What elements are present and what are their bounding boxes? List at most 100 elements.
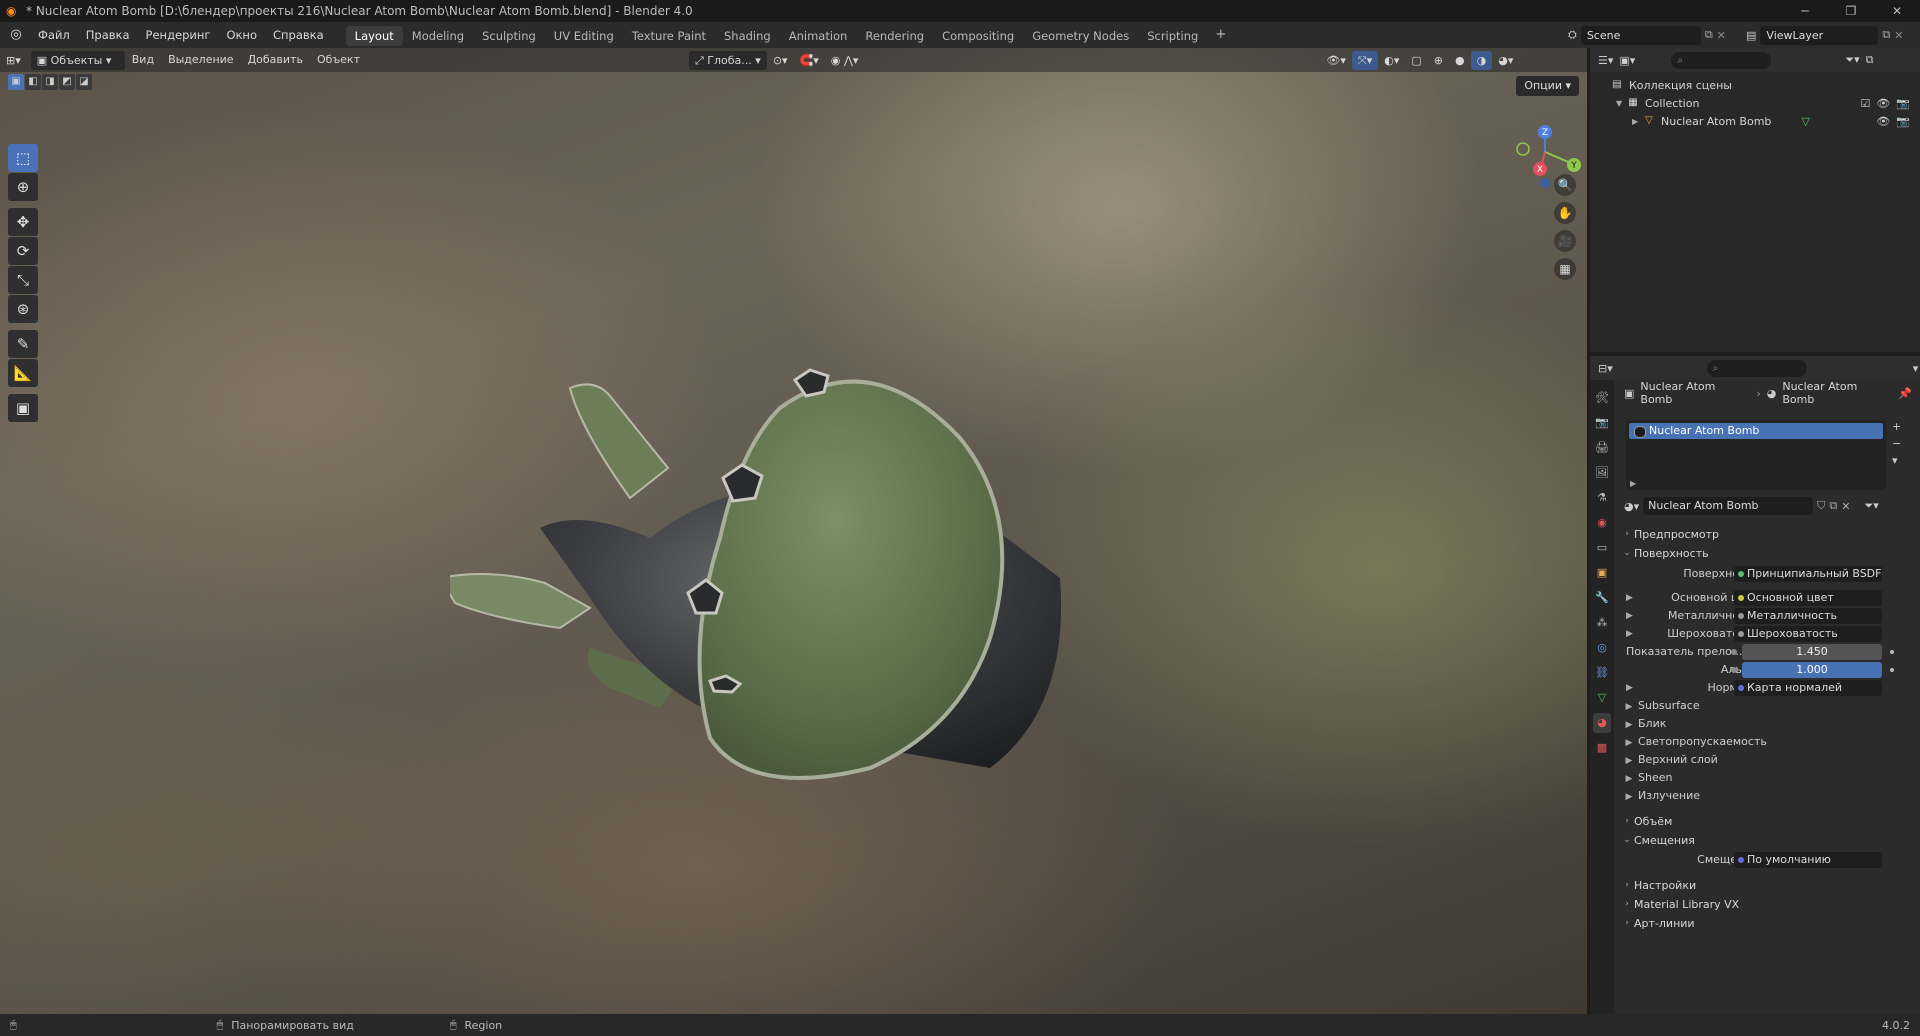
normal-field[interactable]: Карта нормалей: [1734, 680, 1882, 696]
material-name-field[interactable]: Nuclear Atom Bomb: [1643, 497, 1814, 515]
duplicate-material-icon[interactable]: ⧉: [1829, 499, 1837, 513]
metallic-field[interactable]: Металличность: [1734, 608, 1882, 624]
visibility-icon[interactable]: 👁▾: [1320, 51, 1352, 70]
slot-expand-icon[interactable]: ▶: [1630, 479, 1636, 488]
unlink-material-icon[interactable]: ✕: [1841, 500, 1850, 513]
select-intersect-icon[interactable]: ◪: [76, 74, 92, 90]
expand-icon[interactable]: ▼: [1616, 99, 1626, 108]
roughness-field[interactable]: Шероховатость: [1734, 626, 1882, 642]
properties-options-icon[interactable]: ▾: [1913, 362, 1919, 375]
eye-icon[interactable]: 👁: [1876, 97, 1890, 110]
delete-scene-icon[interactable]: ✕: [1717, 29, 1726, 42]
pan-hand-icon[interactable]: ✋: [1554, 202, 1576, 224]
outliner-row-collection[interactable]: ▼ ▦ Collection ☑ 👁 📷: [1590, 94, 1920, 112]
modifier-tab-icon[interactable]: 🔧: [1593, 588, 1611, 608]
constraints-tab-icon[interactable]: ⛓: [1593, 663, 1611, 683]
add-cube-tool-icon[interactable]: ▣: [8, 394, 38, 422]
collection-tab-icon[interactable]: ▭: [1593, 538, 1611, 558]
delete-viewlayer-icon[interactable]: ✕: [1894, 29, 1903, 42]
tab-texture-paint[interactable]: Texture Paint: [623, 26, 715, 46]
properties-editor-icon[interactable]: ⊟▾: [1598, 362, 1613, 375]
outliner-editor-icon[interactable]: ☰▾: [1598, 54, 1613, 67]
gizmo-neg-y-icon[interactable]: [1516, 142, 1530, 156]
camera-icon[interactable]: 📷: [1896, 115, 1910, 128]
scale-tool-icon[interactable]: ⤡: [8, 266, 38, 294]
world-tab-icon[interactable]: ◉: [1593, 513, 1611, 533]
subpanel-subsurface[interactable]: ▶ Subsurface: [1620, 697, 1910, 715]
object-tab-icon[interactable]: ▣: [1593, 563, 1611, 583]
subpanel-emission[interactable]: ▶ Излучение: [1620, 787, 1910, 805]
eye-icon[interactable]: 👁: [1876, 115, 1890, 128]
menu-help[interactable]: Справка: [265, 22, 332, 48]
options-dropdown[interactable]: Опции ▾: [1516, 76, 1579, 96]
annotate-tool-icon[interactable]: ✎: [8, 330, 38, 358]
pivot-icon[interactable]: ⊙▾: [767, 51, 794, 70]
minimize-icon[interactable]: ─: [1782, 0, 1828, 22]
browse-material-icon[interactable]: ◕▾: [1624, 500, 1639, 513]
alpha-field[interactable]: 1.000: [1742, 662, 1882, 678]
rotate-tool-icon[interactable]: ⟳: [8, 237, 38, 265]
scene-icon[interactable]: ⛭: [1568, 28, 1577, 42]
display-mode-icon[interactable]: ▣▾: [1619, 54, 1635, 67]
measure-tool-icon[interactable]: 📐: [8, 359, 38, 387]
gizmo-toggle-icon[interactable]: ⤧▾: [1351, 50, 1379, 70]
section-displacement[interactable]: ⌄ Смещения: [1620, 830, 1914, 850]
output-tab-icon[interactable]: 🖨: [1593, 438, 1611, 458]
scene-tab-icon[interactable]: ⚗: [1593, 488, 1611, 508]
maximize-icon[interactable]: ❐: [1828, 0, 1874, 22]
menu-select[interactable]: Выделение: [161, 48, 241, 72]
subpanel-sheen[interactable]: ▶ Sheen: [1620, 769, 1910, 787]
data-tab-icon[interactable]: ▽: [1593, 688, 1611, 708]
section-material-library[interactable]: › Material Library VX: [1620, 894, 1914, 914]
subpanel-transmission[interactable]: ▶ Светопропускаемость: [1620, 733, 1910, 751]
cursor-tool-icon[interactable]: ⊕: [8, 173, 38, 201]
menu-object[interactable]: Объект: [310, 48, 367, 72]
select-box-tool-icon[interactable]: ⬚: [8, 144, 38, 172]
3d-viewport[interactable]: ⊞▾ ▣ Объекты ▾ Вид Выделение Добавить Об…: [0, 48, 1587, 1014]
material-tab-icon[interactable]: ◕: [1593, 713, 1611, 733]
new-viewlayer-icon[interactable]: ⧉: [1882, 28, 1890, 42]
outliner-row-scene-collection[interactable]: ▤ Коллекция сцены: [1590, 76, 1920, 94]
new-scene-icon[interactable]: ⧉: [1705, 28, 1713, 42]
section-surface[interactable]: ⌄ Поверхность: [1620, 543, 1914, 563]
viewlayer-icon[interactable]: ▤: [1746, 29, 1756, 42]
expand-icon[interactable]: ▶: [1626, 607, 1633, 625]
camera-icon[interactable]: 📷: [1896, 97, 1910, 110]
camera-view-icon[interactable]: 🎥: [1554, 230, 1576, 252]
fake-user-icon[interactable]: ⛉: [1817, 499, 1825, 513]
add-slot-icon[interactable]: +: [1892, 420, 1901, 433]
expand-icon[interactable]: ▶: [1632, 117, 1642, 126]
blender-menu-icon[interactable]: ◎: [8, 27, 24, 43]
pin-icon[interactable]: 📌: [1898, 387, 1912, 400]
tool-tab-icon[interactable]: 🛠: [1593, 388, 1611, 408]
orientation-dropdown[interactable]: ⤢ Глоба... ▾: [689, 50, 767, 70]
tab-modeling[interactable]: Modeling: [403, 26, 473, 46]
keyframe-icon[interactable]: [1890, 650, 1894, 654]
ortho-grid-icon[interactable]: ▦: [1554, 258, 1576, 280]
select-extend-icon[interactable]: ◧: [25, 74, 41, 90]
shading-wire-icon[interactable]: ⊕: [1428, 51, 1449, 70]
ior-field[interactable]: 1.450: [1742, 644, 1882, 660]
tab-compositing[interactable]: Compositing: [933, 26, 1023, 46]
proportional-edit-icon[interactable]: ◉ ⋀▾: [825, 51, 865, 70]
surface-shader-field[interactable]: Принципиальный BSDF: [1734, 566, 1882, 582]
material-filter-icon[interactable]: ⏷▾: [1864, 499, 1878, 513]
particles-tab-icon[interactable]: ⁂: [1593, 613, 1611, 633]
bomb-model[interactable]: [450, 348, 1130, 828]
tab-geometry-nodes[interactable]: Geometry Nodes: [1023, 26, 1138, 46]
tab-scripting[interactable]: Scripting: [1138, 26, 1207, 46]
close-icon[interactable]: ✕: [1874, 0, 1920, 22]
section-settings[interactable]: › Настройки: [1620, 875, 1914, 895]
overlay-toggle-icon[interactable]: ◐▾: [1378, 51, 1405, 70]
material-slot[interactable]: Nuclear Atom Bomb: [1629, 423, 1883, 439]
shading-solid-icon[interactable]: ●: [1449, 51, 1471, 70]
tab-uv-editing[interactable]: UV Editing: [545, 26, 623, 46]
view-layer-tab-icon[interactable]: 🖼: [1593, 463, 1611, 483]
gizmo-neg-z-icon[interactable]: [1540, 178, 1550, 188]
menu-render[interactable]: Рендеринг: [138, 22, 219, 48]
add-workspace-icon[interactable]: +: [1207, 25, 1234, 46]
viewlayer-name-field[interactable]: ViewLayer: [1760, 25, 1879, 45]
new-collection-icon[interactable]: ⧉: [1866, 53, 1874, 67]
select-new-icon[interactable]: ▣: [8, 74, 24, 90]
transform-tool-icon[interactable]: ⊛: [8, 295, 38, 323]
